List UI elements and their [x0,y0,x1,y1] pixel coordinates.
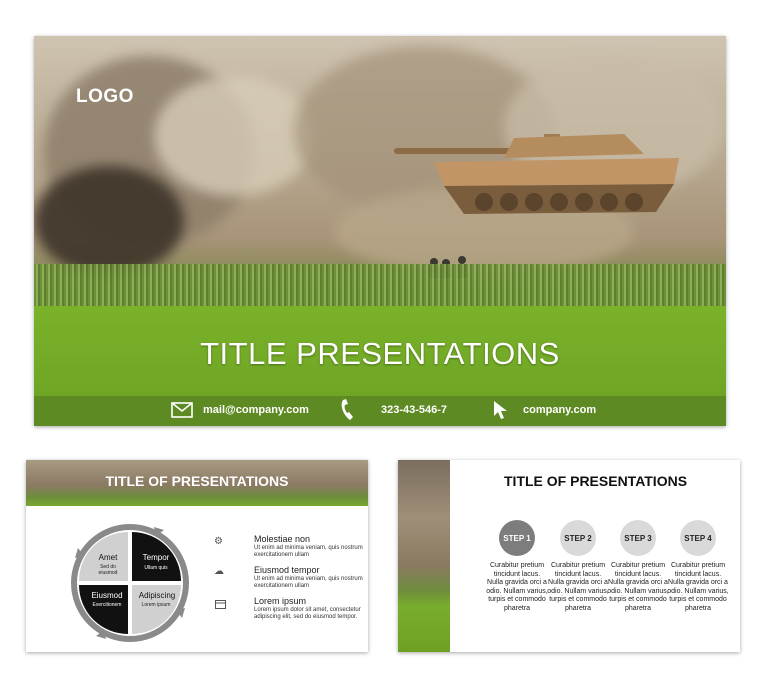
cloud-icon: ☁ [214,566,224,577]
step-1-text: Curabitur pretium tincidunt lacus. Nulla… [486,562,548,612]
cursor-icon [494,401,507,419]
calendar-icon [215,600,226,609]
gear-icon: ⚙ [214,536,223,547]
cycle-label-tempor: Tempor [142,553,170,562]
grass-strip [34,264,726,312]
cycle-diagram [71,524,189,642]
step-2-text: Curabitur pretium tincidunt lacus. Nulla… [547,562,609,612]
slide-title: TITLE OF PRESENTATIONS [105,473,289,489]
phone-text[interactable]: 323-43-546-7 [381,404,447,416]
side-image [398,460,450,652]
step-1-circle: STEP 1 [499,520,535,556]
cycle-label-amet: Amet [98,553,118,562]
cycle-sub-adipiscing: Lorem ipsum [141,602,171,608]
bullet-text: Lorem ipsum dolor sit amet, consectetur … [254,607,361,620]
step-2-circle: STEP 2 [560,520,596,556]
cycle-sub-tempor: Ullam quis [144,565,168,571]
bullet-heading: Eiusmod tempor [254,565,320,575]
smoke-cloud [154,76,314,196]
bullet-heading: Lorem ipsum [254,596,307,606]
contact-bar [34,396,726,426]
step-3-text: Curabitur pretium tincidunt lacus. Nulla… [607,562,669,612]
step-4-text: Curabitur pretium tincidunt lacus. Nulla… [667,562,729,612]
cycle-slide[interactable]: TITLE OF PRESENTATIONS Amet Sed do eiusm… [26,460,368,652]
slide-title: TITLE PRESENTATIONS [200,336,560,371]
tank-illustration [394,134,679,214]
bullet-text: Ut enim ad minima veniam, quis nostrum e… [254,576,363,589]
step-3-circle: STEP 3 [620,520,656,556]
email-text[interactable]: mail@company.com [203,404,309,416]
envelope-icon [171,402,193,418]
logo: LOGO [76,86,134,107]
cycle-sub-amet: Sed do eiusmod [98,564,118,576]
cycle-sub-eiusmod: Exercitionem [92,602,122,608]
step-4-circle: STEP 4 [680,520,716,556]
cycle-label-adipiscing: Adipiscing [138,591,176,600]
website-text[interactable]: company.com [523,404,596,416]
smoke-cloud [34,166,184,276]
cycle-label-eiusmod: Eiusmod [91,591,123,600]
phone-icon [341,399,353,420]
bullet-heading: Molestiae non [254,534,311,544]
slide-title: TITLE OF PRESENTATIONS [504,473,688,489]
steps-slide[interactable]: TITLE OF PRESENTATIONS STEP 1 STEP 2 STE… [398,460,740,652]
title-slide[interactable]: LOGO TITLE PRESENTATIONS mail@company.co… [34,36,726,426]
bullet-text: Ut enim ad minima veniam, quis nostrum e… [254,545,363,558]
